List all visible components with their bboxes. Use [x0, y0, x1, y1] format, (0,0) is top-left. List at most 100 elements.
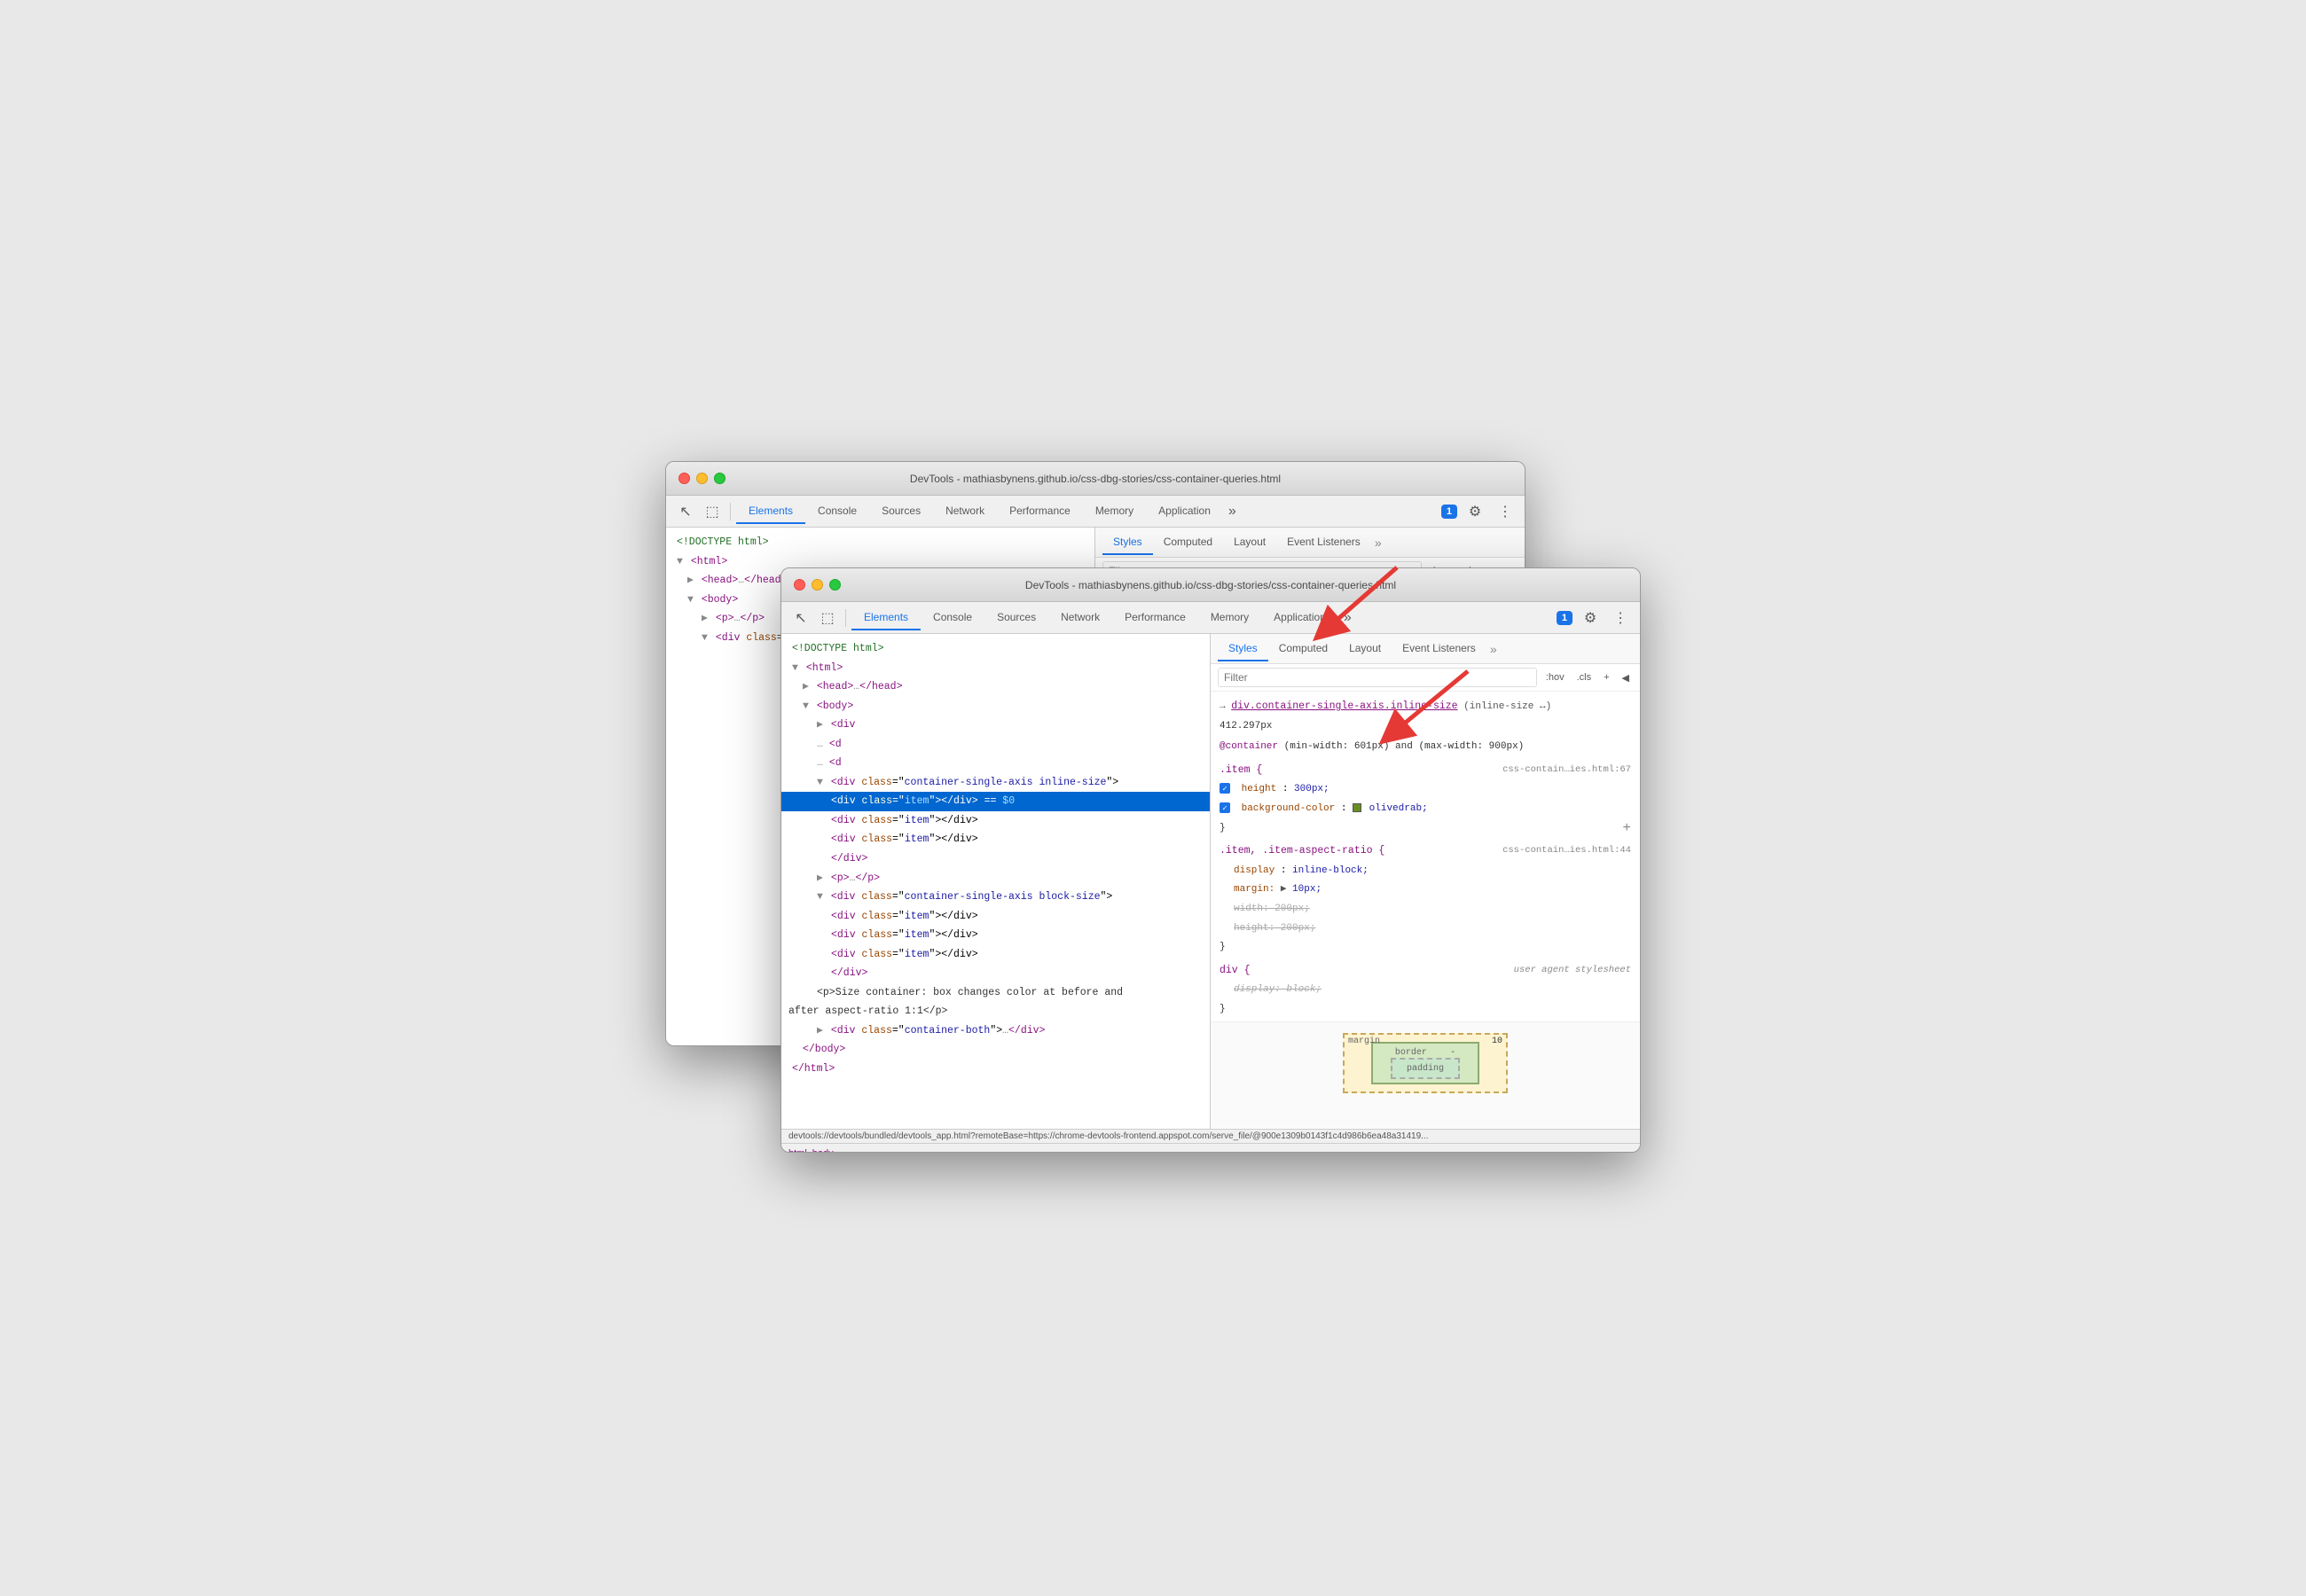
- tab-sources-back[interactable]: Sources: [869, 499, 933, 524]
- devtools-toolbar-front: ↖ ⬚ Elements Console Sources Network Per…: [781, 602, 1640, 634]
- dom-panel-front[interactable]: <!DOCTYPE html> ▼ <html> ▶ <head>…</head…: [781, 634, 1211, 1129]
- more-tabs-back[interactable]: »: [1223, 500, 1242, 523]
- dom-close-html: </html>: [781, 1060, 1210, 1079]
- tab-network-back[interactable]: Network: [933, 499, 997, 524]
- dom-item-b1: <div class="item"></div>: [781, 907, 1210, 927]
- padding-box: padding: [1391, 1058, 1460, 1079]
- dom-close-div-1: </div>: [781, 849, 1210, 869]
- cursor-icon-front[interactable]: ↖: [788, 606, 813, 630]
- menu-icon-back[interactable]: ⋮: [1493, 499, 1518, 524]
- dom-item-selected: <div class="item"></div> == $0: [781, 792, 1210, 811]
- cls-btn-front[interactable]: .cls: [1573, 670, 1596, 685]
- breadcrumb-body[interactable]: body: [812, 1148, 834, 1154]
- chat-badge-front[interactable]: 1: [1557, 611, 1573, 625]
- traffic-lights-back: [678, 473, 726, 484]
- tab-console-back[interactable]: Console: [805, 499, 869, 524]
- url-bar: devtools://devtools/bundled/devtools_app…: [781, 1129, 1640, 1143]
- dom-doctype: <!DOCTYPE html>: [666, 533, 1094, 552]
- styles-tabs-front: Styles Computed Layout Event Listeners »: [1211, 634, 1640, 664]
- hov-btn-front[interactable]: :hov: [1542, 670, 1568, 685]
- dom-p-size-2: after aspect-ratio 1:1</p>: [781, 1002, 1210, 1021]
- dom-d1: ▶ <div: [781, 716, 1210, 735]
- settings-icon-front[interactable]: ⚙: [1578, 606, 1603, 630]
- tab-sources-front[interactable]: Sources: [984, 606, 1048, 630]
- item-margin-front: margin: ▶ 10px;: [1211, 882, 1640, 902]
- event-listeners-tab-front[interactable]: Event Listeners: [1392, 637, 1486, 661]
- plus-btn-front[interactable]: +: [1600, 670, 1612, 685]
- tab-network-front[interactable]: Network: [1048, 606, 1112, 630]
- toolbar-right-front: 1 ⚙ ⋮: [1557, 606, 1633, 630]
- toolbar-sep-front: [845, 609, 846, 627]
- toolbar-right-back: 1 ⚙ ⋮: [1441, 499, 1518, 524]
- checkbox-height[interactable]: [1220, 783, 1230, 794]
- margin-box: margin 10 border - padding: [1343, 1033, 1508, 1093]
- styles-more-front[interactable]: »: [1490, 642, 1497, 656]
- style-selector-rule-front: → div.container-single-axis.inline-size …: [1211, 695, 1640, 719]
- dom-body-front: ▼ <body>: [781, 697, 1210, 716]
- styles-content-front: → div.container-single-axis.inline-size …: [1211, 692, 1640, 1129]
- checkbox-bg[interactable]: [1220, 802, 1230, 813]
- inspect-icon[interactable]: ⬚: [700, 499, 725, 524]
- tab-application-front[interactable]: Application: [1261, 606, 1338, 630]
- maximize-button-back[interactable]: [714, 473, 726, 484]
- item-aspect-close: }: [1211, 940, 1640, 959]
- cursor-icon[interactable]: ↖: [673, 499, 698, 524]
- computed-tab-front[interactable]: Computed: [1268, 637, 1338, 661]
- event-listeners-tab-back[interactable]: Event Listeners: [1276, 530, 1371, 555]
- computed-tab-back[interactable]: Computed: [1153, 530, 1223, 555]
- tab-elements-back[interactable]: Elements: [736, 499, 805, 524]
- filter-bar-front: :hov .cls + ◀: [1211, 664, 1640, 692]
- minimize-button-back[interactable]: [696, 473, 708, 484]
- styles-more-back[interactable]: »: [1375, 536, 1382, 550]
- more-tabs-front[interactable]: »: [1338, 606, 1357, 630]
- ua-display-front: display: block;: [1211, 982, 1640, 1002]
- item-aspect-rule-front: .item, .item-aspect-ratio { css-contain……: [1211, 840, 1640, 864]
- tab-console-front[interactable]: Console: [921, 606, 984, 630]
- title-bar-back: DevTools - mathiasbynens.github.io/css-d…: [666, 462, 1525, 496]
- item-width-strike-front: width: 200px;: [1211, 902, 1640, 921]
- item-bg-front: background-color : olivedrab;: [1211, 802, 1640, 821]
- tab-performance-back[interactable]: Performance: [997, 499, 1083, 524]
- styles-tabs-back: Styles Computed Layout Event Listeners »: [1095, 528, 1525, 558]
- settings-icon-back[interactable]: ⚙: [1463, 499, 1487, 524]
- tab-performance-front[interactable]: Performance: [1112, 606, 1198, 630]
- tab-memory-back[interactable]: Memory: [1083, 499, 1146, 524]
- window-title-front: DevTools - mathiasbynens.github.io/css-d…: [1025, 579, 1396, 591]
- dom-d3: … <d: [781, 754, 1210, 773]
- styles-tab-front[interactable]: Styles: [1218, 637, 1268, 661]
- dom-d2: … <d: [781, 735, 1210, 755]
- box-model-panel-front: margin 10 border - padding: [1211, 1021, 1640, 1128]
- close-button-front[interactable]: [794, 579, 805, 591]
- devtools-window-front: DevTools - mathiasbynens.github.io/css-d…: [780, 567, 1641, 1153]
- item-rule-front: .item { css-contain…ies.html:67: [1211, 759, 1640, 783]
- border-box: border - padding: [1371, 1042, 1479, 1084]
- style-value-front: 412.297px: [1211, 719, 1640, 737]
- layout-tab-front[interactable]: Layout: [1338, 637, 1392, 661]
- add-style-btn-front[interactable]: +: [1622, 821, 1631, 835]
- layout-tab-back[interactable]: Layout: [1223, 530, 1276, 555]
- collapse-btn-front[interactable]: ◀: [1619, 670, 1633, 685]
- tab-elements-front[interactable]: Elements: [851, 606, 921, 630]
- minimize-button-front[interactable]: [812, 579, 823, 591]
- filter-input-front[interactable]: [1218, 668, 1537, 687]
- item-height-strike-front: height: 200px;: [1211, 921, 1640, 941]
- dom-p-size: <p>Size container: box changes color at …: [781, 983, 1210, 1003]
- selector-link-front[interactable]: div.container-single-axis.inline-size: [1231, 700, 1457, 712]
- maximize-button-front[interactable]: [829, 579, 841, 591]
- toolbar-sep-1: [730, 503, 731, 520]
- devtools-toolbar-back: ↖ ⬚ Elements Console Sources Network Per…: [666, 496, 1525, 528]
- inspect-icon-front[interactable]: ⬚: [815, 606, 840, 630]
- title-bar-front: DevTools - mathiasbynens.github.io/css-d…: [781, 568, 1640, 602]
- tab-memory-front[interactable]: Memory: [1198, 606, 1261, 630]
- styles-panel-front: Styles Computed Layout Event Listeners »…: [1211, 634, 1640, 1129]
- breadcrumb-html[interactable]: html: [788, 1148, 807, 1154]
- tab-nav-front: Elements Console Sources Network Perform…: [851, 606, 1555, 630]
- tab-application-back[interactable]: Application: [1146, 499, 1223, 524]
- styles-tab-back[interactable]: Styles: [1102, 530, 1153, 555]
- ua-div-rule-front: div { user agent stylesheet: [1211, 959, 1640, 983]
- dom-item-b2: <div class="item"></div>: [781, 926, 1210, 945]
- dom-close-body: </body>: [781, 1040, 1210, 1060]
- close-button-back[interactable]: [678, 473, 690, 484]
- menu-icon-front[interactable]: ⋮: [1608, 606, 1633, 630]
- chat-badge-back[interactable]: 1: [1441, 505, 1457, 519]
